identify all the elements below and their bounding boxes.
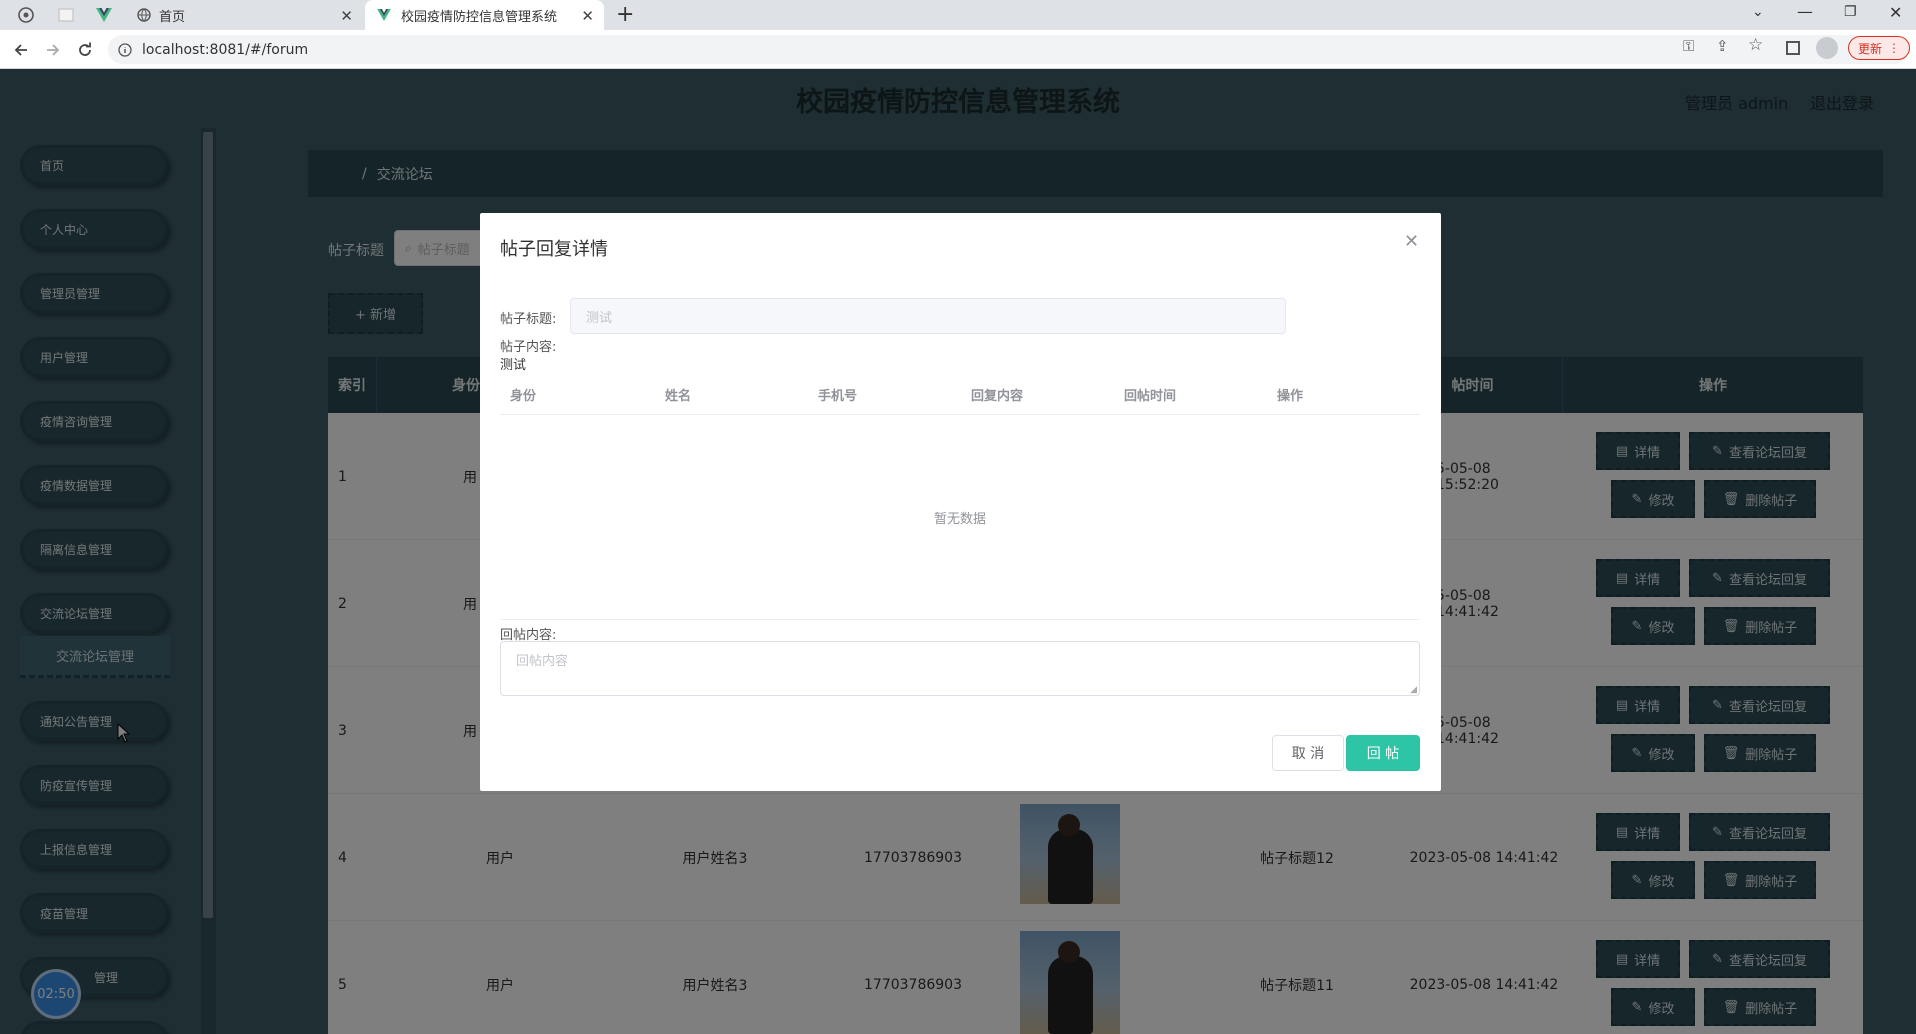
key-icon[interactable]: ⚿: [1683, 37, 1694, 55]
blank-page-icon[interactable]: [56, 5, 76, 25]
address-bar[interactable]: localhost:8081/#/forum: [108, 35, 1908, 64]
post-title-label: 帖子标题:: [500, 312, 557, 327]
new-tab-icon[interactable]: +: [616, 2, 634, 27]
tab-active-title: 校园疫情防控信息管理系统: [401, 9, 558, 25]
minimize-icon[interactable]: —: [1797, 2, 1813, 21]
tab-active[interactable]: 校园疫情防控信息管理系统 ✕: [365, 0, 604, 30]
browser-tab-strip: 首页 ✕ 校园疫情防控信息管理系统 ✕ + ⌄ — ❐ ✕: [0, 0, 1916, 30]
reply-textarea[interactable]: 回帖内容 ◢: [500, 641, 1420, 696]
vue-logo-icon: [377, 9, 391, 21]
cancel-button[interactable]: 取 消: [1272, 735, 1344, 771]
chrome-icon[interactable]: [16, 5, 36, 25]
resize-handle-icon[interactable]: ◢: [1410, 685, 1417, 695]
dialog-close-icon[interactable]: ✕: [1404, 231, 1419, 252]
dialog-title: 帖子回复详情: [500, 239, 608, 260]
globe-icon: [137, 8, 151, 22]
url-text[interactable]: localhost:8081/#/forum: [142, 42, 308, 58]
reply-table-empty: 暂无数据: [500, 415, 1420, 620]
post-content-label: 帖子内容:: [500, 340, 557, 355]
th-reply-time: 回帖时间: [1124, 389, 1177, 404]
bookmark-star-icon[interactable]: ☆: [1748, 35, 1763, 55]
th-operation: 操作: [1277, 389, 1304, 404]
forward-icon[interactable]: [42, 39, 64, 61]
info-icon[interactable]: [118, 42, 132, 57]
profile-icon[interactable]: [1816, 37, 1838, 59]
side-panel-icon[interactable]: [1786, 41, 1800, 55]
th-phone: 手机号: [818, 389, 858, 404]
close-icon[interactable]: ✕: [340, 7, 353, 25]
post-content-value: 测试: [500, 358, 527, 373]
reload-icon[interactable]: [74, 39, 96, 61]
share-icon[interactable]: ⇪: [1716, 37, 1729, 55]
close-icon[interactable]: ✕: [581, 7, 594, 25]
th-identity: 身份: [510, 389, 537, 404]
back-icon[interactable]: [10, 39, 32, 61]
vue-logo-icon[interactable]: [94, 5, 114, 25]
post-title-field[interactable]: 测试: [570, 298, 1286, 334]
submit-reply-button[interactable]: 回 帖: [1346, 735, 1420, 771]
update-button[interactable]: 更新 ⋮: [1848, 36, 1910, 60]
window-close-icon[interactable]: ✕: [1889, 3, 1902, 22]
th-name: 姓名: [665, 389, 692, 404]
browser-toolbar: localhost:8081/#/forum ⚿ ⇪ ☆ 更新 ⋮: [0, 30, 1916, 69]
tab-home-title: 首页: [159, 9, 186, 25]
empty-text: 暂无数据: [933, 511, 986, 527]
restore-icon[interactable]: ❐: [1844, 4, 1857, 20]
tab-search-icon[interactable]: ⌄: [1752, 4, 1764, 20]
tab-home[interactable]: 首页 ✕: [135, 0, 363, 30]
th-reply-content: 回复内容: [971, 389, 1024, 404]
reply-detail-dialog: 帖子回复详情 ✕ 帖子标题: 测试 帖子内容: 测试 身份 姓名 手机号 回复内…: [480, 213, 1441, 791]
